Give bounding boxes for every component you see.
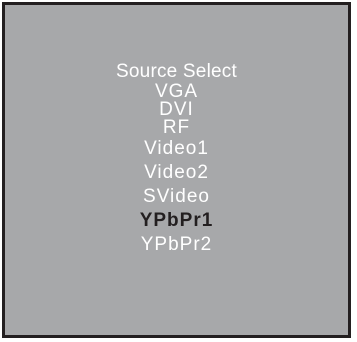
source-option-video1[interactable]: Video1 (5, 137, 348, 161)
source-option-ypbpr2[interactable]: YPbPr2 (5, 233, 348, 257)
source-select-menu: Source Select VGA DVI RF Video1 Video2 S… (2, 2, 351, 338)
source-list: VGA DVI RF Video1 Video2 SVideo YPbPr1 Y… (5, 82, 348, 257)
source-option-ypbpr1[interactable]: YPbPr1 (5, 209, 348, 233)
source-option-svideo[interactable]: SVideo (5, 185, 348, 209)
source-option-rf[interactable]: RF (5, 118, 348, 137)
menu-title: Source Select (116, 61, 237, 82)
source-option-video2[interactable]: Video2 (5, 161, 348, 185)
